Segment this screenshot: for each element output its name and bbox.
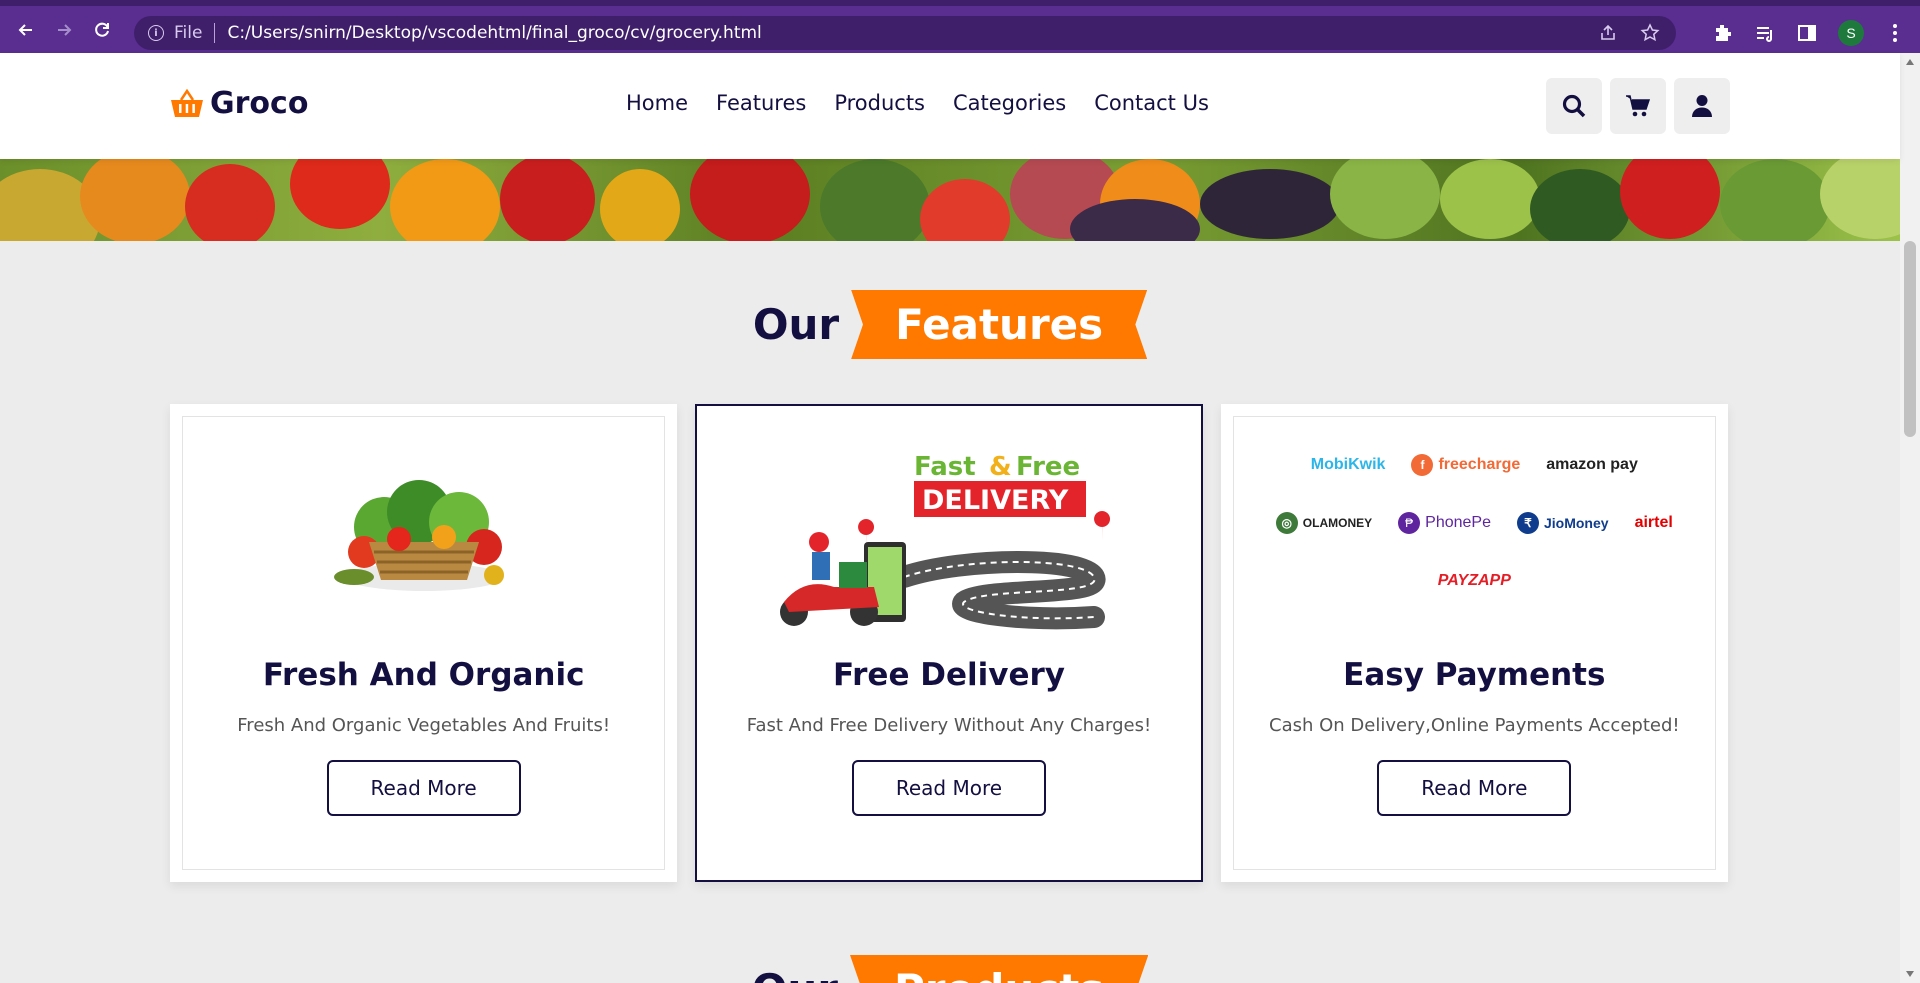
card-title: Easy Payments xyxy=(1343,657,1606,693)
logo[interactable]: Groco xyxy=(170,86,308,121)
features-cards: Fresh And Organic Fresh And Organic Vege… xyxy=(170,404,1728,882)
payment-logos-image: MobiKwik f freecharge amazon pay ◎ OLAMONE… xyxy=(1234,417,1715,657)
delivery-image-delivery: DELIVERY xyxy=(922,485,1069,516)
extensions-icon[interactable] xyxy=(1712,22,1734,44)
address-bar[interactable]: i File C:/Users/snirn/Desktop/vscodehtml… xyxy=(134,16,1676,50)
heading-features-tag: Features xyxy=(851,290,1148,359)
search-icon xyxy=(1562,94,1586,118)
card-description: Fast And Free Delivery Without Any Charg… xyxy=(746,715,1152,736)
heading-products-tag: Products xyxy=(850,955,1149,983)
forward-button[interactable] xyxy=(46,12,82,48)
site-header: Groco Home Features Products Categories … xyxy=(0,53,1900,159)
reload-button[interactable] xyxy=(84,12,120,48)
amazon-pay-logo: amazon pay xyxy=(1546,456,1638,473)
cart-button[interactable] xyxy=(1610,78,1666,134)
cart-icon xyxy=(1626,95,1651,117)
freecharge-logo: f freecharge xyxy=(1411,447,1520,483)
feature-card-delivery: Fast & Free DELIVERY Free Delivery Fast … xyxy=(695,404,1203,882)
delivery-image-fast: Fast xyxy=(914,452,976,482)
delivery-image-amp: & xyxy=(989,452,1012,482)
nav-contact-us[interactable]: Contact Us xyxy=(1094,91,1209,115)
file-label: File xyxy=(174,23,203,43)
reload-icon xyxy=(95,22,109,37)
airtel-money-logo: airtel xyxy=(1634,514,1673,531)
info-icon[interactable]: i xyxy=(148,25,164,41)
scroll-thumb[interactable] xyxy=(1904,241,1916,437)
card-title: Fresh And Organic xyxy=(262,657,585,693)
basket-icon xyxy=(171,88,203,117)
hero-banner-image xyxy=(0,159,1900,241)
feature-card-fresh: Fresh And Organic Fresh And Organic Vege… xyxy=(170,404,678,882)
header-icons xyxy=(1546,78,1730,134)
forward-arrow-icon xyxy=(58,23,72,36)
search-button[interactable] xyxy=(1546,78,1602,134)
back-button[interactable] xyxy=(8,12,44,48)
features-heading: Our Features xyxy=(0,290,1900,359)
logo-text: Groco xyxy=(210,86,309,121)
nav-home[interactable]: Home xyxy=(626,91,688,115)
delivery-image: Fast & Free DELIVERY xyxy=(708,417,1189,657)
url-text[interactable]: C:/Users/snirn/Desktop/vscodehtml/final_… xyxy=(227,23,761,43)
mobikwik-logo: MobiKwik xyxy=(1310,456,1386,473)
browser-toolbar: i File C:/Users/snirn/Desktop/vscodehtml… xyxy=(0,0,1920,53)
vegetable-basket-image xyxy=(183,417,664,657)
profile-avatar[interactable]: S xyxy=(1838,20,1864,46)
reading-list-icon[interactable] xyxy=(1754,22,1776,44)
heading-our: Our xyxy=(752,300,840,349)
delivery-image-free: Free xyxy=(1016,452,1080,482)
nav-categories[interactable]: Categories xyxy=(953,91,1066,115)
user-icon xyxy=(1692,95,1712,117)
page-scrollbar[interactable] xyxy=(1900,53,1920,983)
read-more-button[interactable]: Read More xyxy=(851,760,1046,816)
phonepe-logo: ₱ PhonePe xyxy=(1398,505,1491,541)
back-arrow-icon xyxy=(18,23,32,36)
share-icon[interactable] xyxy=(1598,23,1618,43)
card-title: Free Delivery xyxy=(832,657,1066,693)
address-separator xyxy=(214,23,216,43)
scroll-down-arrow[interactable] xyxy=(1906,971,1914,977)
read-more-button[interactable]: Read More xyxy=(326,760,521,816)
main-nav: Home Features Products Categories Contac… xyxy=(626,91,1209,115)
scroll-up-arrow[interactable] xyxy=(1906,59,1914,65)
bookmark-star-icon[interactable] xyxy=(1640,23,1660,43)
read-more-button[interactable]: Read More xyxy=(1377,760,1572,816)
nav-features[interactable]: Features xyxy=(716,91,806,115)
olamoney-logo: ◎ OLAMONEY xyxy=(1275,505,1372,541)
menu-kebab-icon[interactable] xyxy=(1884,22,1906,44)
card-description: Cash On Delivery,Online Payments Accepte… xyxy=(1269,715,1680,736)
feature-card-payments: MobiKwik f freecharge amazon pay ◎ OLAMONE… xyxy=(1220,404,1728,882)
card-description: Fresh And Organic Vegetables And Fruits! xyxy=(237,715,611,736)
jiomoney-logo: ₹ JioMoney xyxy=(1516,505,1609,541)
user-button[interactable] xyxy=(1674,78,1730,134)
products-heading: Our Products xyxy=(0,955,1900,983)
side-panel-icon[interactable] xyxy=(1796,22,1818,44)
nav-products[interactable]: Products xyxy=(834,91,925,115)
heading-our: Our xyxy=(752,965,838,983)
payzapp-logo: PAYZAPP xyxy=(1437,572,1511,589)
